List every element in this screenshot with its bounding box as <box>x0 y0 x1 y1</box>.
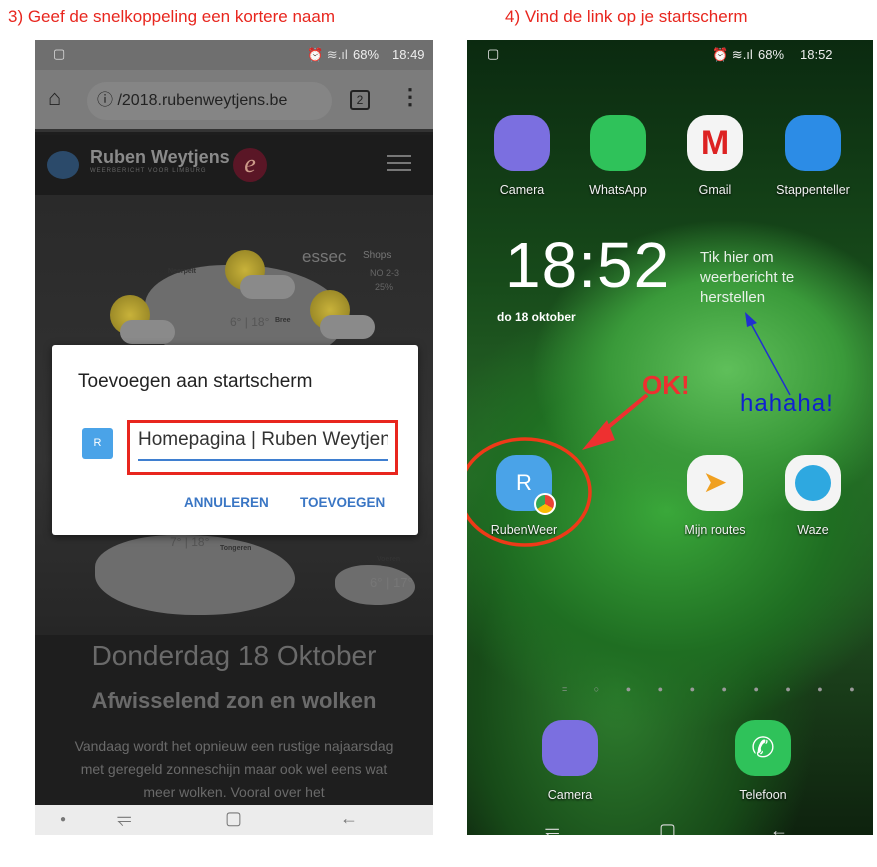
blue-arrowhead-icon <box>745 312 757 327</box>
nav-dot-icon: ● <box>60 814 67 825</box>
home-button-icon[interactable]: ▢ <box>659 820 676 835</box>
shortcut-name-input[interactable]: Homepagina | Ruben Weytjens <box>138 429 388 461</box>
add-button[interactable]: TOEVOEGEN <box>300 495 385 510</box>
ok-annotation: OK! <box>642 370 690 400</box>
page-indicator[interactable]: = ○ ● ● ● ● ● ● ● ● <box>562 684 867 694</box>
dock-telefoon[interactable]: ✆ Telefoon <box>723 720 803 802</box>
home-button-icon[interactable]: ▢ <box>225 808 242 829</box>
waze-icon <box>785 455 841 511</box>
back-icon[interactable]: ← <box>770 820 788 835</box>
annotation-overlay <box>467 312 791 547</box>
site-shortcut-icon: R <box>82 428 113 459</box>
app-waze[interactable]: Waze <box>773 455 853 537</box>
dialog-title: Toevoegen aan startscherm <box>78 371 313 392</box>
phone-icon: ✆ <box>735 720 791 776</box>
chrome-badge-icon <box>534 493 556 515</box>
app-label: Telefoon <box>739 788 787 802</box>
recent-apps-icon[interactable]: ⥫ <box>117 808 131 829</box>
camera-icon <box>542 720 598 776</box>
app-rubenweer-shortcut[interactable]: R RubenWeer <box>484 455 564 537</box>
app-label: Mijn routes <box>684 523 746 537</box>
highlight-box: Homepagina | Ruben Weytjens <box>127 420 398 475</box>
hahaha-annotation: hahaha! <box>740 390 834 417</box>
right-phone-screenshot: ▢ ⏰ ≋.ıl 68% 18:52 Camera WhatsApp M Gmai… <box>467 40 873 835</box>
caption-step-4: 4) Vind de link op je startscherm <box>505 7 748 26</box>
add-to-homescreen-dialog: Toevoegen aan startscherm R Homepagina |… <box>52 345 418 535</box>
android-nav-bar: ● ⥫ ▢ ← <box>35 805 433 835</box>
back-icon[interactable]: ← <box>340 808 358 829</box>
recent-apps-icon[interactable]: ⥫ <box>545 820 559 835</box>
navigation-arrow-icon: ➤ <box>687 455 743 511</box>
app-label: Camera <box>547 788 593 802</box>
blue-arrow <box>748 319 791 396</box>
rubenweer-icon: R <box>496 455 556 515</box>
dock-camera[interactable]: Camera <box>530 720 610 802</box>
left-phone-screenshot: ▢ ⏰ ≋.ıl 68% 18:49 ⌂ ⓘ /2018.rubenweytje… <box>35 40 433 835</box>
app-label: RubenWeer <box>490 523 558 537</box>
caption-step-3: 3) Geef de snelkoppeling een kortere naa… <box>8 7 335 26</box>
app-label: Waze <box>797 523 829 537</box>
app-mijn-routes[interactable]: ➤ Mijn routes <box>675 455 755 537</box>
cancel-button[interactable]: ANNULEREN <box>184 495 269 510</box>
